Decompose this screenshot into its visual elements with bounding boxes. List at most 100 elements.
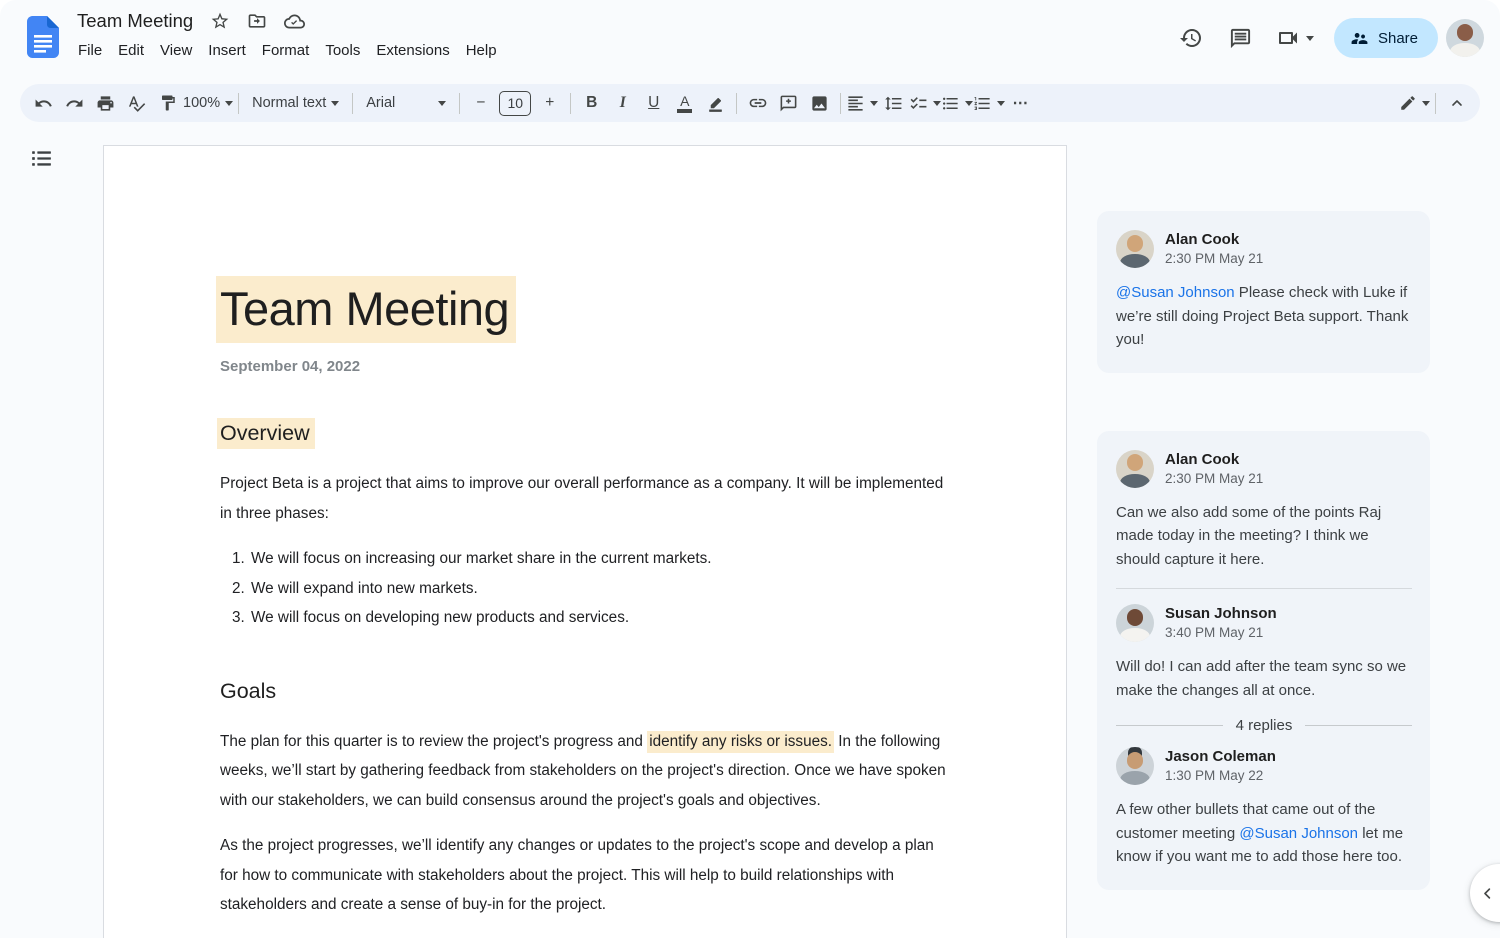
align-caret-icon <box>870 100 879 106</box>
zoom-caret-icon <box>225 100 234 106</box>
comment-thread-2[interactable]: Alan Cook 2:30 PM May 21 Can we also add… <box>1097 430 1430 890</box>
menu-insert[interactable]: Insert <box>200 39 254 62</box>
comments-icon <box>1231 28 1251 48</box>
header: Team Meeting File Edit View Insert Forma… <box>0 0 1500 78</box>
menu-file[interactable]: File <box>70 39 110 62</box>
version-history-button[interactable] <box>1170 17 1212 59</box>
styles-value: Normal text <box>252 95 327 111</box>
collapse-toolbar-button[interactable] <box>1441 88 1472 118</box>
align-left-icon <box>848 95 863 111</box>
collapse-sidebar-button[interactable] <box>1470 864 1500 922</box>
numbered-list-icon <box>974 96 990 110</box>
menu-format[interactable]: Format <box>254 39 318 62</box>
star-icon[interactable] <box>210 11 230 31</box>
zoom-value: 100% <box>183 95 221 111</box>
menu-help[interactable]: Help <box>458 39 505 62</box>
open-comments-button[interactable] <box>1220 17 1262 59</box>
goals-paragraph-2[interactable]: As the project progresses, we’ll identif… <box>220 831 950 920</box>
numbered-list-select[interactable] <box>973 88 1006 118</box>
align-select[interactable] <box>846 88 879 118</box>
menu-extensions[interactable]: Extensions <box>368 39 457 62</box>
font-select[interactable]: Arial <box>358 88 454 118</box>
document-page[interactable]: Team Meeting September 04, 2022 Overview… <box>103 145 1067 938</box>
share-button[interactable]: Share <box>1333 18 1438 58</box>
toolbar-divider <box>570 92 572 114</box>
list-item[interactable]: We will focus on increasing our market s… <box>249 544 950 574</box>
print-button[interactable] <box>90 88 121 118</box>
history-icon <box>1179 29 1201 47</box>
undo-icon <box>35 99 52 107</box>
account-avatar[interactable] <box>1446 19 1484 57</box>
divider-line <box>1305 725 1413 726</box>
toolbar-divider <box>459 92 461 114</box>
font-size-input[interactable]: 10 <box>499 90 532 116</box>
bold-button[interactable]: B <box>576 88 607 118</box>
redo-button[interactable] <box>59 88 90 118</box>
font-caret-icon <box>438 100 447 106</box>
menu-edit[interactable]: Edit <box>110 39 152 62</box>
document-title[interactable]: Team Meeting <box>77 10 193 32</box>
toolbar-divider <box>840 92 842 114</box>
text-color-button[interactable]: A <box>669 88 700 118</box>
mention-link[interactable]: @Susan Johnson <box>1116 284 1235 301</box>
paint-format-button[interactable] <box>152 88 183 118</box>
insert-link-button[interactable] <box>742 88 773 118</box>
mention-link[interactable]: @Susan Johnson <box>1239 825 1358 842</box>
menu-tools[interactable]: Tools <box>317 39 368 62</box>
redo-icon <box>66 99 83 107</box>
goals-paragraph-1[interactable]: The plan for this quarter is to review t… <box>220 727 950 816</box>
list-item[interactable]: We will focus on developing new products… <box>249 603 950 633</box>
join-meet-button[interactable] <box>1270 17 1320 59</box>
highlight-color-button[interactable] <box>700 88 731 118</box>
comment-thread-1[interactable]: Alan Cook 2:30 PM May 21 @Susan Johnson … <box>1097 211 1430 373</box>
doc-title-line[interactable]: Team Meeting <box>216 276 950 343</box>
meet-video-icon <box>1278 32 1297 44</box>
add-comment-icon <box>780 95 797 111</box>
doc-date[interactable]: September 04, 2022 <box>220 358 950 375</box>
show-document-outline-button[interactable] <box>29 146 54 171</box>
line-spacing-button[interactable] <box>878 88 909 118</box>
checklist-select[interactable] <box>909 88 942 118</box>
goals-heading[interactable]: Goals <box>220 679 950 704</box>
undo-button[interactable] <box>28 88 59 118</box>
plus-icon: + <box>545 94 555 111</box>
comment-body: Can we also add some of the points Raj m… <box>1116 503 1382 568</box>
decrease-font-size-button[interactable]: − <box>465 88 496 118</box>
underline-button[interactable]: U <box>638 88 669 118</box>
google-docs-logo-icon[interactable] <box>27 15 59 59</box>
italic-button[interactable]: I <box>607 88 638 118</box>
numbered-list-caret-icon <box>997 100 1006 106</box>
comments-sidebar: Alan Cook 2:30 PM May 21 @Susan Johnson … <box>1097 211 1430 938</box>
phases-numbered-list[interactable]: We will focus on increasing our market s… <box>220 544 950 633</box>
increase-font-size-button[interactable]: + <box>534 88 565 118</box>
meet-dropdown-caret-icon[interactable] <box>1305 35 1314 41</box>
more-toolbar-button[interactable]: ⋯ <box>1005 88 1036 118</box>
bulleted-list-caret-icon <box>965 100 974 106</box>
checklist-caret-icon <box>933 100 942 106</box>
collapse-toolbar-icon <box>1451 100 1462 106</box>
overview-paragraph[interactable]: Project Beta is a project that aims to i… <box>220 469 950 528</box>
editing-mode-select[interactable] <box>1399 88 1430 118</box>
commenter-avatar <box>1116 449 1154 488</box>
checklist-icon <box>910 96 927 109</box>
add-comment-button[interactable] <box>773 88 804 118</box>
insert-image-button[interactable] <box>804 88 835 118</box>
replies-expander[interactable]: 4 replies <box>1116 717 1413 734</box>
commenter-name: Jason Coleman <box>1165 748 1276 765</box>
reply-body: A few other bullets that came out of the… <box>1116 801 1404 865</box>
list-item[interactable]: We will expand into new markets. <box>249 574 950 604</box>
highlighted-text: identify any risks or issues. <box>647 730 834 753</box>
cloud-saved-icon[interactable] <box>284 11 306 32</box>
styles-select[interactable]: Normal text <box>244 88 347 118</box>
bulleted-list-select[interactable] <box>941 88 974 118</box>
bulleted-list-icon <box>943 97 958 109</box>
insert-image-icon <box>812 95 827 111</box>
zoom-select[interactable]: 100% <box>183 88 234 118</box>
underline-icon: U <box>648 94 660 111</box>
menu-bar: File Edit View Insert Format Tools Exten… <box>70 39 505 62</box>
move-folder-icon[interactable] <box>247 11 267 31</box>
spellcheck-button[interactable] <box>121 88 152 118</box>
menu-view[interactable]: View <box>152 39 200 62</box>
overview-heading[interactable]: Overview <box>217 418 950 449</box>
font-value: Arial <box>366 95 396 111</box>
